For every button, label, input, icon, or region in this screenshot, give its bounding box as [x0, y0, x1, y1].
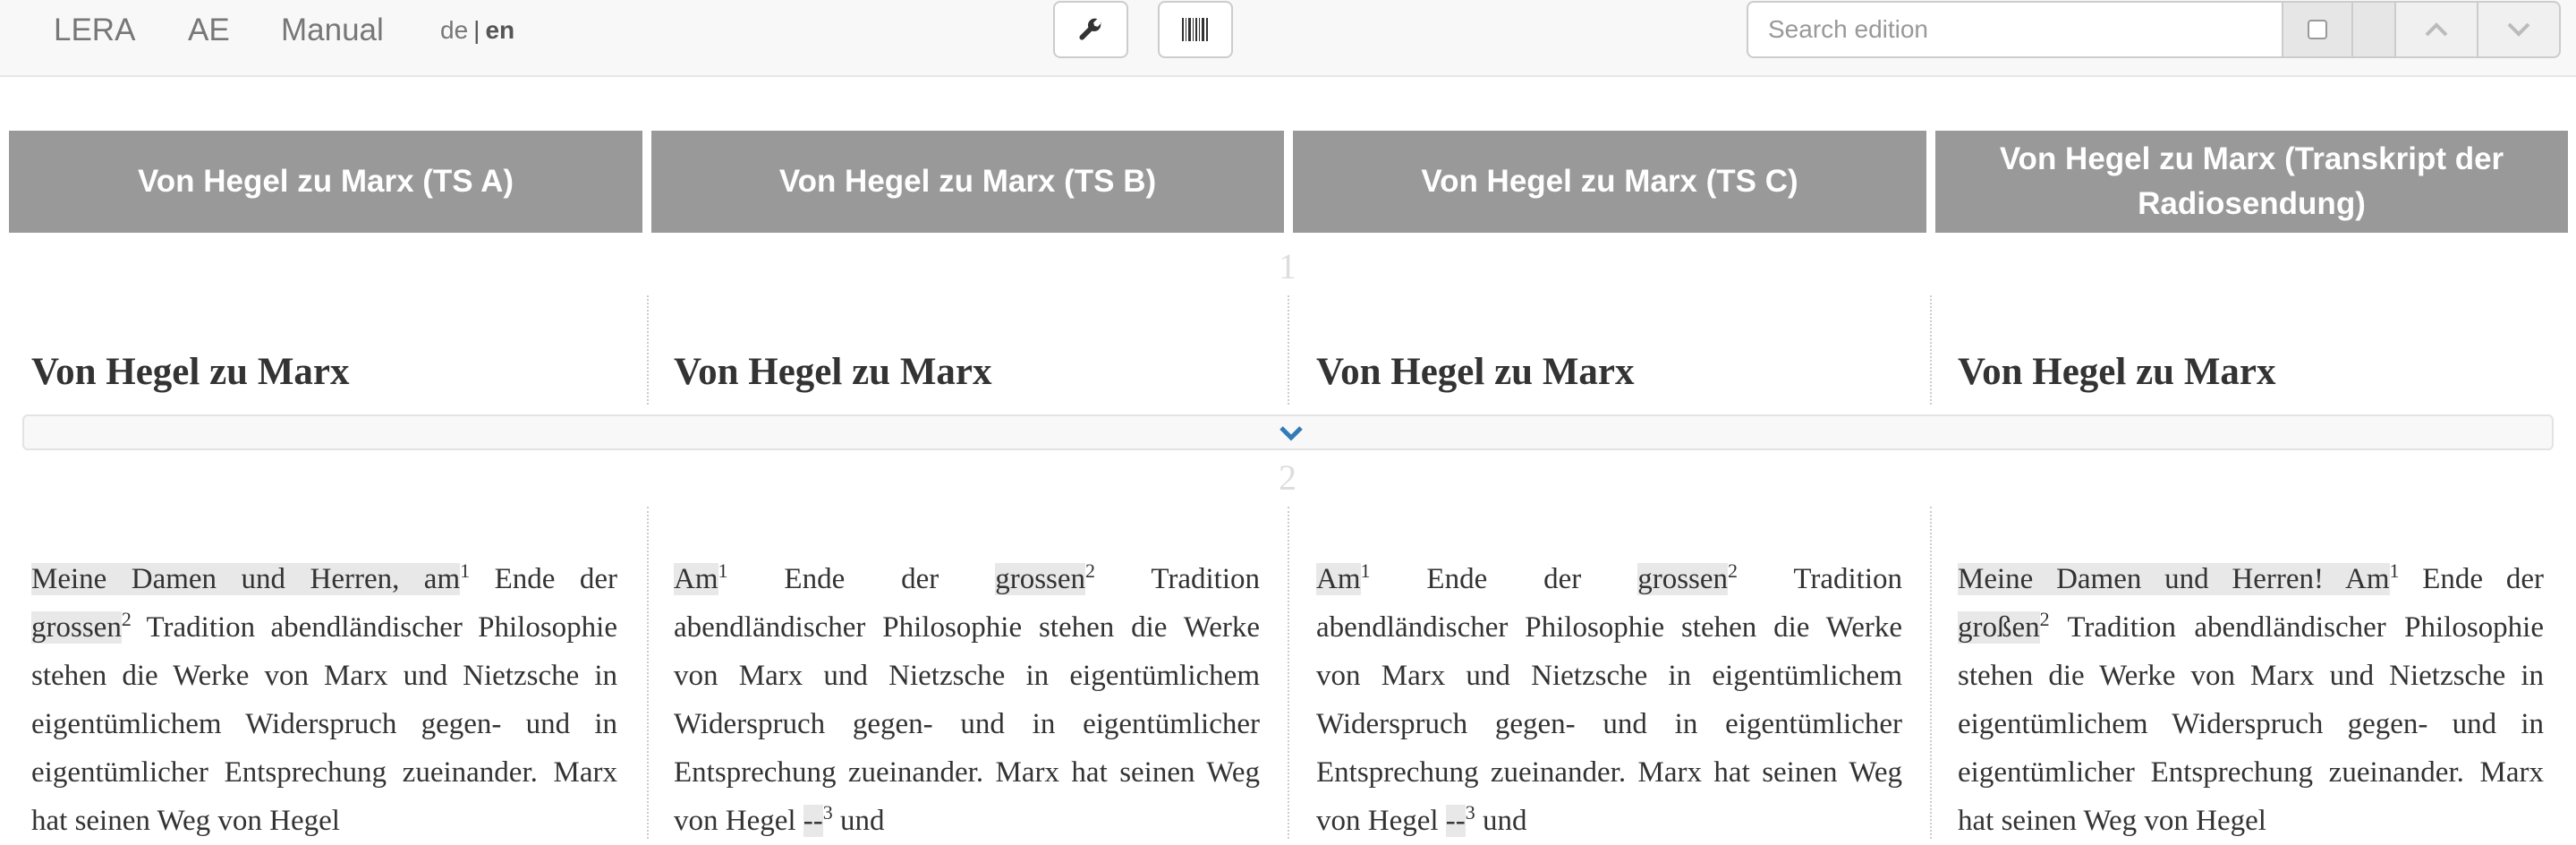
variant-highlight[interactable]: Am: [674, 563, 718, 595]
text-run: Ende der: [470, 563, 617, 595]
segment-title: Von Hegel zu Marx: [1958, 351, 2276, 393]
nav-link-manual[interactable]: Manual: [281, 13, 384, 48]
checkbox-icon: [2308, 20, 2327, 39]
search-submit-button[interactable]: [2353, 1, 2396, 58]
variant-highlight[interactable]: grossen: [1637, 563, 1729, 595]
barcode-icon: [1182, 18, 1208, 41]
text-run: Ende der: [727, 563, 996, 595]
lang-en-link[interactable]: en: [485, 16, 514, 44]
chevron-down-icon: [1279, 426, 1303, 441]
variant-note-marker[interactable]: 2: [2040, 608, 2050, 630]
search-prev-button[interactable]: [2396, 1, 2478, 58]
lang-separator: |: [473, 16, 480, 44]
segment-title: Von Hegel zu Marx: [674, 351, 992, 393]
variant-note-marker[interactable]: 1: [718, 559, 728, 582]
column-divider: [1288, 507, 1289, 839]
witness-header-radio-transcript[interactable]: Von Hegel zu Marx (Transkript der Radios…: [1935, 131, 2568, 233]
witness-text-radio-transcript: Meine Damen und Herren! Am1 Ende der gro…: [1958, 555, 2544, 845]
witness-text-ts-c: Am1 Ende der grossen2 Tradition abendlän…: [1316, 555, 1902, 845]
column-divider: [1930, 507, 1932, 839]
segment-collapse-toggle[interactable]: [22, 414, 2554, 450]
column-divider: [1288, 295, 1289, 405]
variant-note-marker[interactable]: 1: [2390, 559, 2400, 582]
variant-note-marker[interactable]: 2: [1085, 559, 1095, 582]
segment-title: Von Hegel zu Marx: [1316, 351, 1635, 393]
variant-highlight[interactable]: Meine Damen und Herren, am: [31, 563, 461, 595]
variant-note-marker[interactable]: 1: [460, 559, 470, 582]
variant-highlight[interactable]: grossen: [995, 563, 1086, 595]
witness-text-ts-a: Meine Damen und Herren, am1 Ende der gro…: [31, 555, 617, 845]
variant-note-marker[interactable]: 1: [1361, 559, 1371, 582]
segment-title: Von Hegel zu Marx: [31, 351, 350, 393]
column-divider: [647, 295, 649, 405]
search-options-button[interactable]: [2282, 1, 2353, 58]
variant-note-marker[interactable]: 2: [122, 608, 132, 630]
text-run: Ende der: [2399, 563, 2544, 595]
text-run: Tradition abendländischer Philosophie st…: [31, 611, 617, 837]
variant-highlight[interactable]: Am: [1316, 563, 1361, 595]
lang-de-link[interactable]: de: [440, 16, 468, 44]
variant-highlight[interactable]: großen: [1958, 611, 2040, 644]
nav-link-ae[interactable]: AE: [188, 13, 230, 48]
barcode-button[interactable]: [1158, 1, 1233, 58]
language-switcher: de | en: [440, 16, 514, 45]
witness-header-ts-a[interactable]: Von Hegel zu Marx (TS A): [9, 131, 642, 233]
chevron-down-icon: [2507, 22, 2530, 37]
variant-highlight[interactable]: --: [1445, 805, 1466, 837]
segment-number: 1: [1279, 246, 1297, 286]
witness-header-ts-c[interactable]: Von Hegel zu Marx (TS C): [1293, 131, 1926, 233]
text-run: und: [1475, 805, 1527, 837]
search-next-button[interactable]: [2478, 1, 2561, 58]
segment-number: 2: [1279, 457, 1297, 498]
witness-text-ts-b: Am1 Ende der grossen2 Tradition abendlän…: [674, 555, 1260, 845]
variant-highlight[interactable]: grossen: [31, 611, 122, 644]
wrench-icon: [1079, 18, 1101, 40]
variant-highlight[interactable]: --: [803, 805, 823, 837]
variant-note-marker[interactable]: 3: [823, 801, 833, 824]
settings-button[interactable]: [1053, 1, 1128, 58]
variant-highlight[interactable]: Meine Damen und Herren! Am: [1958, 563, 2390, 595]
column-divider: [647, 507, 649, 839]
variant-note-marker[interactable]: 2: [1728, 559, 1738, 582]
text-run: Tradition abendländischer Philosophie st…: [674, 563, 1260, 837]
variant-note-marker[interactable]: 3: [1466, 801, 1475, 824]
search-input[interactable]: [1747, 1, 2282, 58]
text-run: Tradition abendländischer Philosophie st…: [1958, 611, 2544, 837]
witness-header-ts-b[interactable]: Von Hegel zu Marx (TS B): [651, 131, 1284, 233]
chevron-up-icon: [2425, 22, 2448, 37]
top-navbar: LERA AE Manual de | en: [0, 0, 2576, 77]
column-divider: [1930, 295, 1932, 405]
text-run: Ende der: [1370, 563, 1638, 595]
text-run: und: [832, 805, 885, 837]
text-run: Tradition abendländischer Philosophie st…: [1316, 563, 1902, 837]
nav-link-lera[interactable]: LERA: [54, 13, 135, 48]
